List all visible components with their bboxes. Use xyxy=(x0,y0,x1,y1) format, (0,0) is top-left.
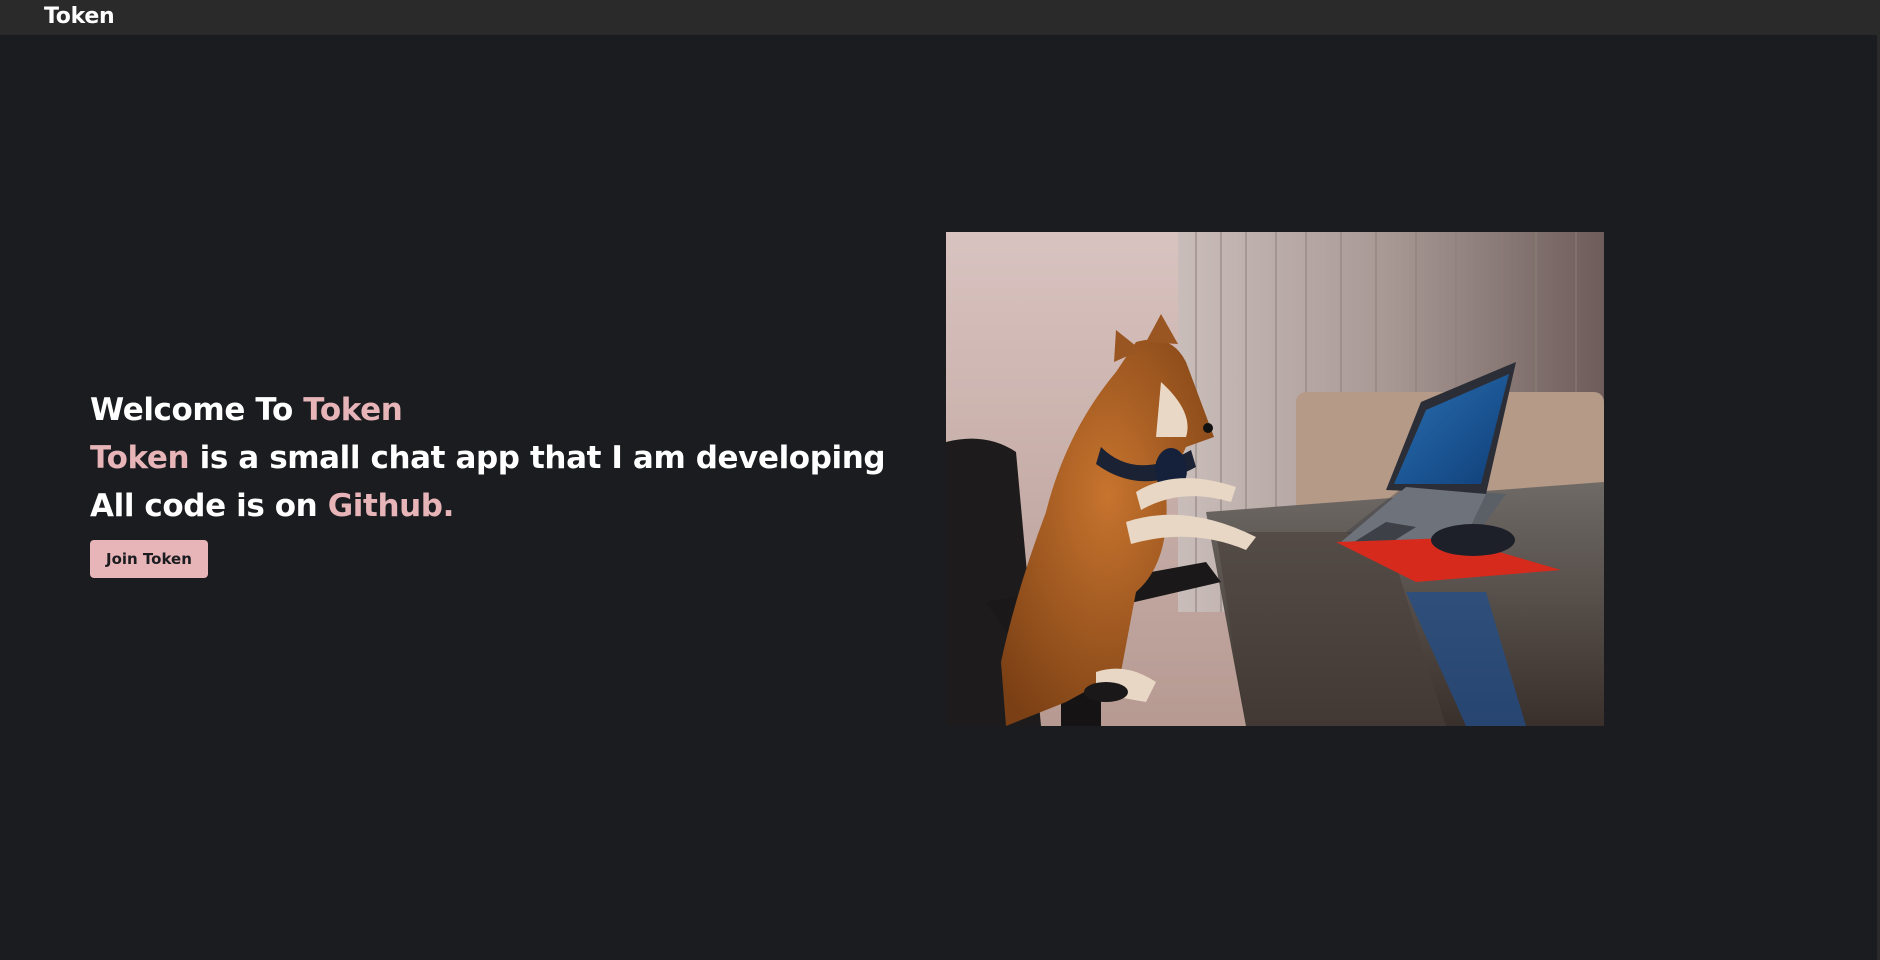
github-link[interactable]: Github. xyxy=(328,488,455,524)
hero-photo-dog-at-laptop xyxy=(946,232,1604,726)
code-prefix: All code is on xyxy=(90,488,328,524)
top-navbar: Token xyxy=(0,0,1880,35)
code-line: All code is on Github. xyxy=(90,482,850,530)
brand-logo-text[interactable]: Token xyxy=(44,4,115,29)
description-line: Token is a small chat app that I am deve… xyxy=(90,434,886,482)
description-accent: Token xyxy=(90,440,190,476)
welcome-prefix: Welcome To xyxy=(90,392,304,428)
hero-text-block: Welcome To Token Token is a small chat a… xyxy=(90,386,886,578)
welcome-heading: Welcome To Token xyxy=(90,386,850,434)
join-token-button[interactable]: Join Token xyxy=(90,540,208,578)
description-rest: is a small chat app that I am developing xyxy=(189,440,886,476)
welcome-accent: Token xyxy=(303,392,403,428)
